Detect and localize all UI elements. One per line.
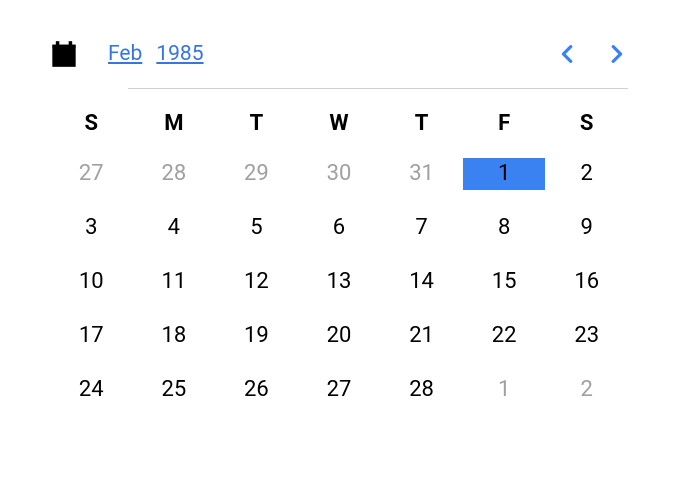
weekday-header: S bbox=[50, 111, 133, 136]
day-cell[interactable]: 17 bbox=[50, 320, 133, 352]
day-cell[interactable]: 29 bbox=[215, 158, 298, 190]
chevron-right-icon bbox=[605, 43, 627, 65]
weekday-header: F bbox=[463, 111, 546, 136]
day-cell[interactable]: 21 bbox=[380, 320, 463, 352]
day-cell[interactable]: 5 bbox=[215, 212, 298, 244]
weekday-header: M bbox=[133, 111, 216, 136]
month-year-selector: Feb 1985 bbox=[108, 42, 628, 66]
day-cell[interactable]: 2 bbox=[545, 374, 628, 406]
nav-arrows bbox=[556, 42, 628, 66]
day-cell[interactable]: 12 bbox=[215, 266, 298, 298]
day-cell[interactable]: 13 bbox=[298, 266, 381, 298]
weekday-header: S bbox=[545, 111, 628, 136]
day-cell[interactable]: 20 bbox=[298, 320, 381, 352]
day-cell[interactable]: 1 bbox=[463, 158, 546, 190]
day-cell[interactable]: 22 bbox=[463, 320, 546, 352]
next-month-button[interactable] bbox=[604, 42, 628, 66]
day-cell[interactable]: 4 bbox=[133, 212, 216, 244]
day-cell[interactable]: 16 bbox=[545, 266, 628, 298]
day-cell[interactable]: 11 bbox=[133, 266, 216, 298]
header-divider bbox=[128, 88, 628, 89]
day-cell[interactable]: 28 bbox=[133, 158, 216, 190]
day-cell[interactable]: 27 bbox=[50, 158, 133, 190]
day-cell[interactable]: 18 bbox=[133, 320, 216, 352]
day-cell[interactable]: 26 bbox=[215, 374, 298, 406]
day-cell[interactable]: 28 bbox=[380, 374, 463, 406]
weekday-header: T bbox=[215, 111, 298, 136]
day-cell[interactable]: 1 bbox=[463, 374, 546, 406]
day-cell[interactable]: 9 bbox=[545, 212, 628, 244]
day-cell[interactable]: 8 bbox=[463, 212, 546, 244]
day-cell[interactable]: 30 bbox=[298, 158, 381, 190]
day-cell[interactable]: 31 bbox=[380, 158, 463, 190]
month-link[interactable]: Feb bbox=[108, 42, 142, 66]
day-cell[interactable]: 2 bbox=[545, 158, 628, 190]
day-cell[interactable]: 7 bbox=[380, 212, 463, 244]
calendar-header: Feb 1985 bbox=[50, 40, 628, 68]
calendar: Feb 1985 SMTWTFS272829303112345678910111… bbox=[50, 40, 628, 406]
day-cell[interactable]: 15 bbox=[463, 266, 546, 298]
calendar-grid: SMTWTFS272829303112345678910111213141516… bbox=[50, 111, 628, 406]
day-cell[interactable]: 23 bbox=[545, 320, 628, 352]
weekday-header: T bbox=[380, 111, 463, 136]
day-cell[interactable]: 3 bbox=[50, 212, 133, 244]
chevron-left-icon bbox=[557, 43, 579, 65]
day-cell[interactable]: 19 bbox=[215, 320, 298, 352]
day-cell[interactable]: 27 bbox=[298, 374, 381, 406]
year-link[interactable]: 1985 bbox=[156, 42, 203, 66]
prev-month-button[interactable] bbox=[556, 42, 580, 66]
day-cell[interactable]: 10 bbox=[50, 266, 133, 298]
day-cell[interactable]: 25 bbox=[133, 374, 216, 406]
weekday-header: W bbox=[298, 111, 381, 136]
day-cell[interactable]: 6 bbox=[298, 212, 381, 244]
calendar-icon bbox=[50, 40, 78, 68]
day-cell[interactable]: 24 bbox=[50, 374, 133, 406]
day-cell[interactable]: 14 bbox=[380, 266, 463, 298]
